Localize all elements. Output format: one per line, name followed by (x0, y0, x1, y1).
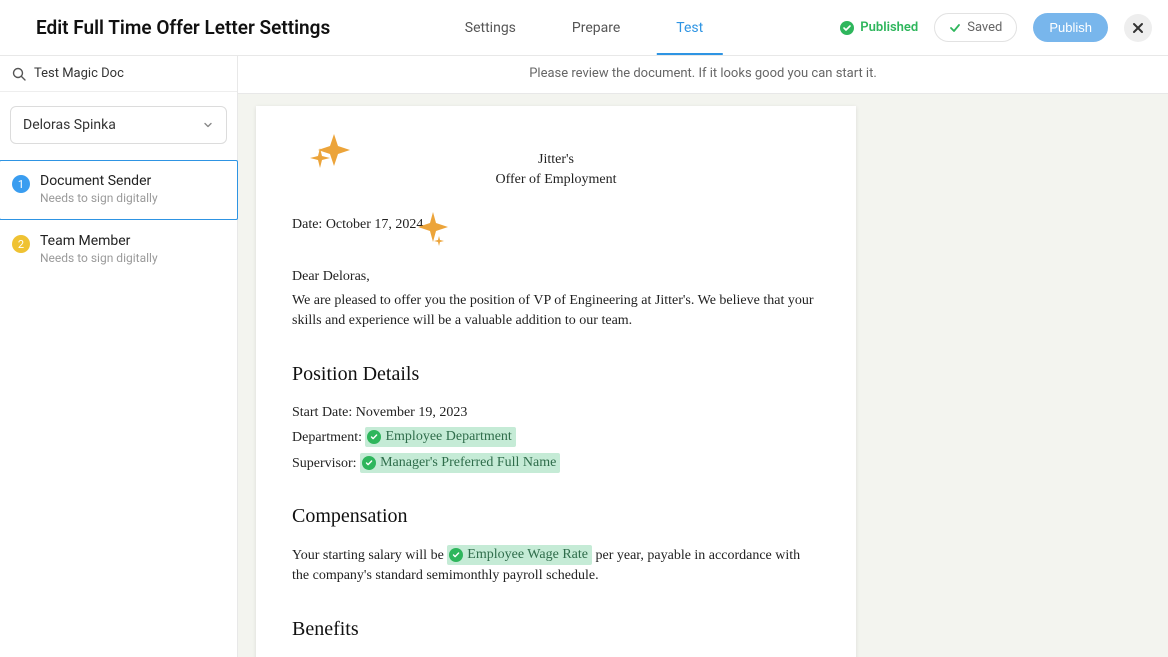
field-wage-rate[interactable]: Employee Wage Rate (447, 545, 592, 565)
document-scroll[interactable]: Jitter's Offer of Employment Date: Octob… (238, 94, 1168, 657)
check-circle-icon (840, 21, 854, 35)
signer-subtitle: Needs to sign digitally (40, 251, 158, 265)
dept-label: Department: (292, 430, 365, 445)
check-icon (949, 22, 961, 34)
signer-badge-1: 1 (12, 175, 30, 193)
tab-settings[interactable]: Settings (465, 0, 516, 55)
doc-start-date: Start Date: November 19, 2023 (292, 403, 820, 423)
doc-date: Date: October 17, 2024 (292, 215, 820, 235)
doc-subtitle: Offer of Employment (292, 170, 820, 190)
tab-prepare[interactable]: Prepare (572, 0, 620, 55)
saved-label: Saved (967, 20, 1002, 35)
check-circle-icon (367, 430, 381, 444)
person-selected-label: Deloras Spinka (23, 117, 116, 133)
heading-position-details: Position Details (292, 360, 820, 389)
review-instruction: Please review the document. If it looks … (238, 56, 1168, 94)
field-label: Employee Wage Rate (467, 545, 588, 565)
field-employee-department[interactable]: Employee Department (365, 427, 515, 447)
signer-team-member[interactable]: 2 Team Member Needs to sign digitally (0, 220, 237, 280)
document-page: Jitter's Offer of Employment Date: Octob… (256, 106, 856, 657)
status-published-label: Published (860, 20, 918, 35)
heading-benefits: Benefits (292, 615, 820, 644)
signer-badge-2: 2 (12, 235, 30, 253)
field-label: Employee Department (385, 427, 511, 447)
status-published-badge: Published (840, 20, 918, 35)
doc-compensation-text: Your starting salary will be Employee Wa… (292, 545, 820, 587)
page-title: Edit Full Time Offer Letter Settings (36, 16, 330, 39)
content-area: Please review the document. If it looks … (238, 56, 1168, 657)
doc-department-line: Department: Employee Department (292, 427, 820, 448)
person-select[interactable]: Deloras Spinka (10, 106, 227, 144)
tab-bar: Settings Prepare Test (465, 0, 703, 55)
comp-pre: Your starting salary will be (292, 548, 447, 563)
search-row[interactable]: Test Magic Doc (0, 56, 237, 92)
search-icon (12, 67, 26, 81)
signer-document-sender[interactable]: 1 Document Sender Needs to sign digitall… (0, 160, 238, 220)
signer-title: Document Sender (40, 173, 158, 189)
publish-button[interactable]: Publish (1033, 13, 1108, 42)
field-label: Manager's Preferred Full Name (380, 453, 556, 473)
sidebar: Test Magic Doc Deloras Spinka 1 Document… (0, 56, 238, 657)
saved-indicator: Saved (934, 13, 1017, 42)
sup-label: Supervisor: (292, 456, 360, 471)
search-label: Test Magic Doc (34, 66, 124, 81)
close-button[interactable] (1124, 14, 1152, 42)
doc-company: Jitter's (292, 150, 820, 170)
check-circle-icon (362, 456, 376, 470)
chevron-down-icon (202, 119, 214, 131)
doc-greeting: Dear Deloras, (292, 267, 820, 287)
x-icon (1131, 21, 1145, 35)
doc-supervisor-line: Supervisor: Manager's Preferred Full Nam… (292, 453, 820, 474)
field-manager-name[interactable]: Manager's Preferred Full Name (360, 453, 560, 473)
doc-intro: We are pleased to offer you the position… (292, 291, 820, 332)
heading-compensation: Compensation (292, 502, 820, 531)
sparkle-icon (434, 236, 444, 246)
tab-test[interactable]: Test (676, 0, 703, 55)
signer-title: Team Member (40, 233, 158, 249)
signer-subtitle: Needs to sign digitally (40, 191, 158, 205)
check-circle-icon (449, 548, 463, 562)
